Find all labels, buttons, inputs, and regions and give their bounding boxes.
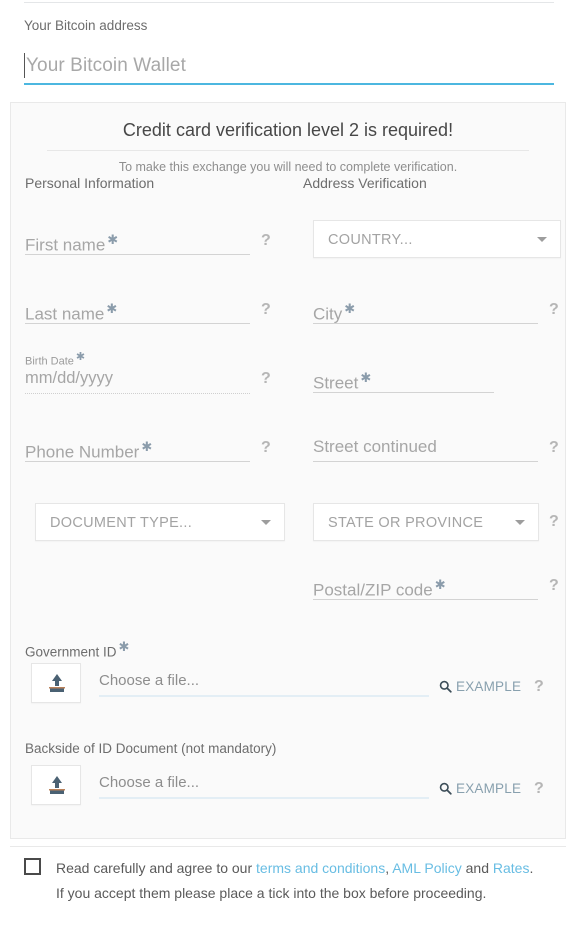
field-birth-date[interactable]: Birth Date ✱ mm/dd/yyyy ?	[25, 351, 289, 399]
field-phone-number[interactable]: Phone Number ✱ ?	[25, 436, 289, 466]
field-postal-zip-code[interactable]: Postal/ZIP code ✱ ?	[313, 574, 559, 604]
last-name-placeholder: Last name ✱	[25, 301, 118, 324]
field-street-continued[interactable]: Street continued ?	[313, 436, 559, 466]
chevron-down-icon	[537, 237, 547, 242]
birth-date-help-icon[interactable]: ?	[261, 370, 271, 388]
bitcoin-address-placeholder: Your Bitcoin Wallet	[26, 55, 186, 76]
backside-of-id-file-underline	[99, 797, 429, 799]
government-id-upload-button[interactable]	[31, 663, 81, 703]
required-asterisk: ✱	[107, 232, 119, 247]
postal-zip-help-icon[interactable]: ?	[549, 577, 559, 595]
personal-information-heading: Personal Information	[25, 175, 155, 191]
agreement-text-part1: Read carefully and agree to our	[56, 860, 257, 876]
panel-subtitle: To make this exchange you will need to c…	[118, 160, 458, 174]
birth-date-placeholder: mm/dd/yyyy	[25, 369, 114, 387]
street-continued-underline	[313, 461, 538, 462]
government-id-file-underline	[99, 695, 429, 697]
top-divider	[24, 2, 554, 3]
government-id-example-link[interactable]: EXAMPLE	[439, 678, 521, 695]
phone-number-underline	[25, 461, 250, 462]
agreement-checkbox[interactable]	[24, 858, 41, 875]
required-asterisk: ✱	[106, 301, 118, 316]
last-name-underline	[25, 323, 250, 324]
government-id-label: Government ID ✱	[25, 639, 130, 660]
first-name-help-icon[interactable]: ?	[261, 232, 271, 250]
field-first-name[interactable]: First name ✱ ?	[25, 229, 289, 259]
field-last-name[interactable]: Last name ✱ ?	[25, 298, 289, 328]
state-or-province-select[interactable]: STATE OR PROVINCE	[313, 503, 539, 541]
verification-panel: Credit card verification level 2 is requ…	[10, 102, 566, 839]
backside-of-id-help-icon[interactable]: ?	[534, 780, 544, 798]
government-id-help-icon[interactable]: ?	[534, 678, 544, 696]
document-type-select[interactable]: DOCUMENT TYPE...	[35, 503, 285, 541]
required-asterisk: ✱	[141, 439, 153, 454]
country-value: COUNTRY...	[328, 232, 413, 248]
address-verification-heading: Address Verification	[303, 175, 427, 191]
required-asterisk: ✱	[344, 301, 356, 316]
bitcoin-address-block: Your Bitcoin address Your Bitcoin Wallet	[24, 18, 554, 85]
city-help-icon[interactable]: ?	[549, 301, 559, 319]
street-underline	[313, 392, 494, 393]
government-id-file-placeholder: Choose a file...	[99, 672, 200, 689]
backside-of-id-upload-button[interactable]	[31, 765, 81, 805]
agreement-text: Read carefully and agree to our terms an…	[56, 856, 540, 906]
address-verification-column: Address Verification COUNTRY... City ✱ ? …	[303, 175, 561, 600]
street-continued-help-icon[interactable]: ?	[549, 439, 559, 457]
bitcoin-address-input[interactable]: Your Bitcoin Wallet	[24, 52, 554, 85]
phone-number-help-icon[interactable]: ?	[261, 439, 271, 457]
agreement-divider	[10, 846, 566, 847]
search-icon	[439, 680, 452, 693]
backside-of-id-file-placeholder: Choose a file...	[99, 774, 200, 791]
rates-link[interactable]: Rates	[493, 860, 530, 876]
bitcoin-address-label: Your Bitcoin address	[24, 18, 148, 33]
upload-icon	[49, 776, 65, 794]
last-name-help-icon[interactable]: ?	[261, 301, 271, 319]
agreement-sep2: and	[461, 860, 493, 876]
terms-and-conditions-link[interactable]: terms and conditions	[256, 860, 385, 876]
required-asterisk: ✱	[75, 351, 86, 363]
required-asterisk: ✱	[360, 370, 372, 385]
document-type-value: DOCUMENT TYPE...	[50, 515, 193, 531]
city-underline	[313, 323, 538, 324]
backside-of-id-example-link[interactable]: EXAMPLE	[439, 780, 521, 797]
required-asterisk: ✱	[434, 577, 446, 592]
birth-date-underline	[25, 393, 250, 394]
bitcoin-address-underline	[24, 83, 554, 85]
postal-zip-placeholder: Postal/ZIP code ✱	[313, 577, 446, 600]
field-city[interactable]: City ✱ ?	[313, 298, 559, 328]
state-or-province-value: STATE OR PROVINCE	[328, 515, 484, 531]
postal-zip-underline	[313, 599, 538, 600]
search-icon	[439, 782, 452, 795]
required-asterisk: ✱	[118, 639, 130, 654]
state-or-province-help-icon[interactable]: ?	[549, 513, 559, 531]
city-placeholder: City ✱	[313, 301, 356, 324]
first-name-underline	[25, 254, 250, 255]
text-caret	[24, 53, 25, 78]
chevron-down-icon	[515, 520, 525, 525]
street-placeholder: Street ✱	[313, 370, 372, 393]
phone-number-placeholder: Phone Number ✱	[25, 439, 153, 462]
backside-of-id-label: Backside of ID Document (not mandatory)	[25, 741, 277, 756]
panel-title: Credit card verification level 2 is requ…	[122, 120, 454, 140]
aml-policy-link[interactable]: AML Policy	[392, 860, 462, 876]
chevron-down-icon	[261, 520, 271, 525]
agreement-block: Read carefully and agree to our terms an…	[24, 856, 540, 906]
field-street[interactable]: Street ✱	[313, 367, 555, 397]
country-select[interactable]: COUNTRY...	[313, 220, 561, 258]
upload-icon	[49, 674, 65, 692]
first-name-placeholder: First name ✱	[25, 232, 119, 255]
personal-information-column: Personal Information First name ✱ ? Last …	[25, 175, 289, 541]
panel-title-divider	[47, 150, 529, 151]
street-continued-placeholder: Street continued	[313, 437, 437, 456]
birth-date-label: Birth Date ✱	[25, 351, 86, 368]
